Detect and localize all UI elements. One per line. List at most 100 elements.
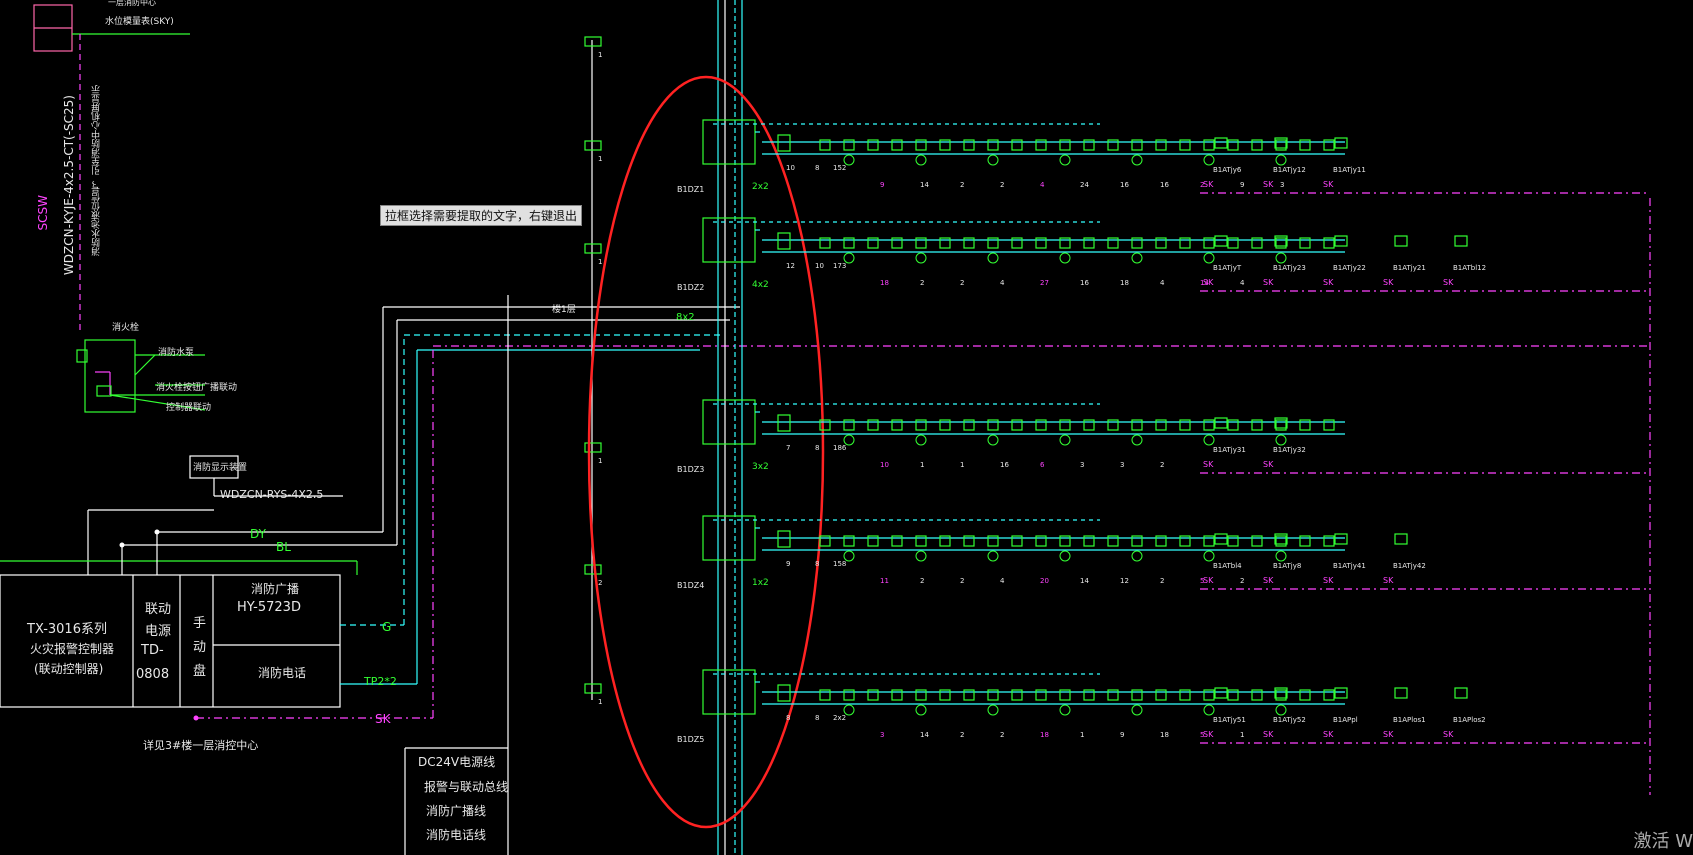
device-circle bbox=[915, 154, 927, 166]
controller-main-1: TX-3016系列 bbox=[27, 622, 107, 637]
device-count: 2 bbox=[960, 731, 965, 739]
device-circle bbox=[987, 154, 999, 166]
controller-power-2: 电源 bbox=[145, 624, 172, 639]
device-count: 9 bbox=[880, 181, 885, 189]
device-count: 12 bbox=[1120, 577, 1129, 585]
count: 173 bbox=[833, 262, 847, 270]
controller-main-3: (联动控制器) bbox=[34, 662, 104, 676]
sk-tag: SK bbox=[1323, 576, 1334, 585]
controller-power-1: 联动 bbox=[145, 602, 172, 617]
device-count: 6 bbox=[1040, 461, 1045, 469]
end-device bbox=[1214, 235, 1228, 247]
device-circle bbox=[1203, 434, 1215, 446]
device-circle bbox=[987, 550, 999, 562]
device-circle bbox=[1203, 704, 1215, 716]
device-circle bbox=[1059, 704, 1071, 716]
count: 8 bbox=[786, 714, 791, 722]
sk-tag: SK bbox=[1263, 730, 1274, 739]
device-count: 2 bbox=[920, 577, 925, 585]
device-circle bbox=[1131, 434, 1143, 446]
legend-item-2: 报警与联动总线 bbox=[424, 780, 509, 794]
sk-tag: SK bbox=[1203, 278, 1214, 287]
device-count: 16 bbox=[1160, 181, 1169, 189]
riser-marker-4 bbox=[584, 442, 602, 453]
end-device-label: B1APlos1 bbox=[1393, 716, 1426, 724]
riser-marker-num: 1 bbox=[598, 457, 603, 465]
end-device-label: B1ATjy8 bbox=[1273, 562, 1302, 570]
device-circle bbox=[1203, 154, 1215, 166]
device-count: 3 bbox=[1120, 461, 1125, 469]
count: 7 bbox=[786, 444, 791, 452]
floor-id: B1DZ3 bbox=[677, 465, 705, 474]
pump-box-title: 消火栓 bbox=[112, 323, 140, 333]
device-count: 27 bbox=[1040, 279, 1049, 287]
end-device-label: B1ATjy52 bbox=[1273, 716, 1306, 724]
controller-manual-2: 动 bbox=[193, 640, 207, 655]
device-count: 18 bbox=[1120, 279, 1129, 287]
floor-box-B1DZ1 bbox=[702, 119, 756, 165]
device-circle bbox=[1059, 550, 1071, 562]
sk-tag: SK bbox=[1263, 278, 1274, 287]
wire-label-sk: SK bbox=[375, 712, 391, 726]
sk-tag: SK bbox=[1203, 730, 1214, 739]
device-count: 4 bbox=[1040, 181, 1045, 189]
wiring-diagram-canvas[interactable] bbox=[0, 0, 1693, 855]
end-device-label: B1ATbl12 bbox=[1453, 264, 1487, 272]
device-count: 1 bbox=[1080, 731, 1085, 739]
device-circle bbox=[1059, 252, 1071, 264]
riser-marker-3 bbox=[584, 243, 602, 254]
controller-manual-1: 手 bbox=[193, 616, 207, 631]
end-device-label: B1ATjy11 bbox=[1333, 166, 1366, 174]
controller-broadcast-model: HY-5723D bbox=[237, 600, 301, 615]
controller-main-2: 火灾报警控制器 bbox=[30, 642, 115, 656]
floor-box-B1DZ3 bbox=[702, 399, 756, 445]
end-device bbox=[1394, 235, 1408, 247]
device-circle bbox=[987, 434, 999, 446]
count: 8 bbox=[815, 444, 820, 452]
top-box-label-2: 水位模量表(SKY) bbox=[105, 17, 174, 27]
floor-module bbox=[777, 530, 791, 548]
floor-box-B1DZ2 bbox=[702, 217, 756, 263]
end-device-label: B1ATjy22 bbox=[1333, 264, 1366, 272]
end-device-label: B1ATjyT bbox=[1213, 264, 1242, 272]
controller-manual-3: 盘 bbox=[193, 664, 207, 679]
device-count: 11 bbox=[880, 577, 889, 585]
end-device-label: B1APlos2 bbox=[1453, 716, 1486, 724]
end-device-label: B1ATjy41 bbox=[1333, 562, 1366, 570]
device-circle bbox=[1059, 434, 1071, 446]
trunk-label-2: 8x2 bbox=[676, 312, 695, 323]
device-count: 4 bbox=[1240, 279, 1245, 287]
device-count: 2 bbox=[960, 181, 965, 189]
device-count: 3 bbox=[1080, 461, 1085, 469]
sk-tag: SK bbox=[1443, 730, 1454, 739]
pump-box-item-2: 消火栓按钮广播联动 bbox=[156, 383, 238, 393]
device-circle bbox=[1131, 252, 1143, 264]
sk-tag: SK bbox=[1203, 460, 1214, 469]
sk-tag: SK bbox=[1203, 576, 1214, 585]
controller-phone: 消防电话 bbox=[258, 666, 307, 680]
end-device bbox=[1394, 687, 1408, 699]
device-count: 3 bbox=[880, 731, 885, 739]
end-device-label: B1ATjy23 bbox=[1273, 264, 1306, 272]
device-circle bbox=[915, 704, 927, 716]
device-count: 3 bbox=[1280, 181, 1285, 189]
device-circle bbox=[1275, 434, 1287, 446]
end-device bbox=[1214, 417, 1228, 429]
device-count: 1 bbox=[960, 461, 965, 469]
sk-tag: SK bbox=[1263, 576, 1274, 585]
device-count: 16 bbox=[1080, 279, 1089, 287]
count: 186 bbox=[833, 444, 847, 452]
device-circle bbox=[1275, 154, 1287, 166]
sk-tag: SK bbox=[1383, 576, 1394, 585]
wire-label-bl: BL bbox=[276, 540, 291, 554]
count: 12 bbox=[786, 262, 795, 270]
floor-box-B1DZ4 bbox=[702, 515, 756, 561]
device-circle bbox=[987, 704, 999, 716]
pump-box-item-3: 控制器联动 bbox=[166, 403, 212, 413]
count: 8 bbox=[815, 560, 820, 568]
riser-marker-num: 1 bbox=[598, 155, 603, 163]
fire-display-label: 消防显示装置 bbox=[193, 463, 248, 473]
floor-module bbox=[777, 414, 791, 432]
end-device-label: B1ATjy6 bbox=[1213, 166, 1242, 174]
top-box-label-1: 一层消防中心 bbox=[108, 0, 156, 7]
